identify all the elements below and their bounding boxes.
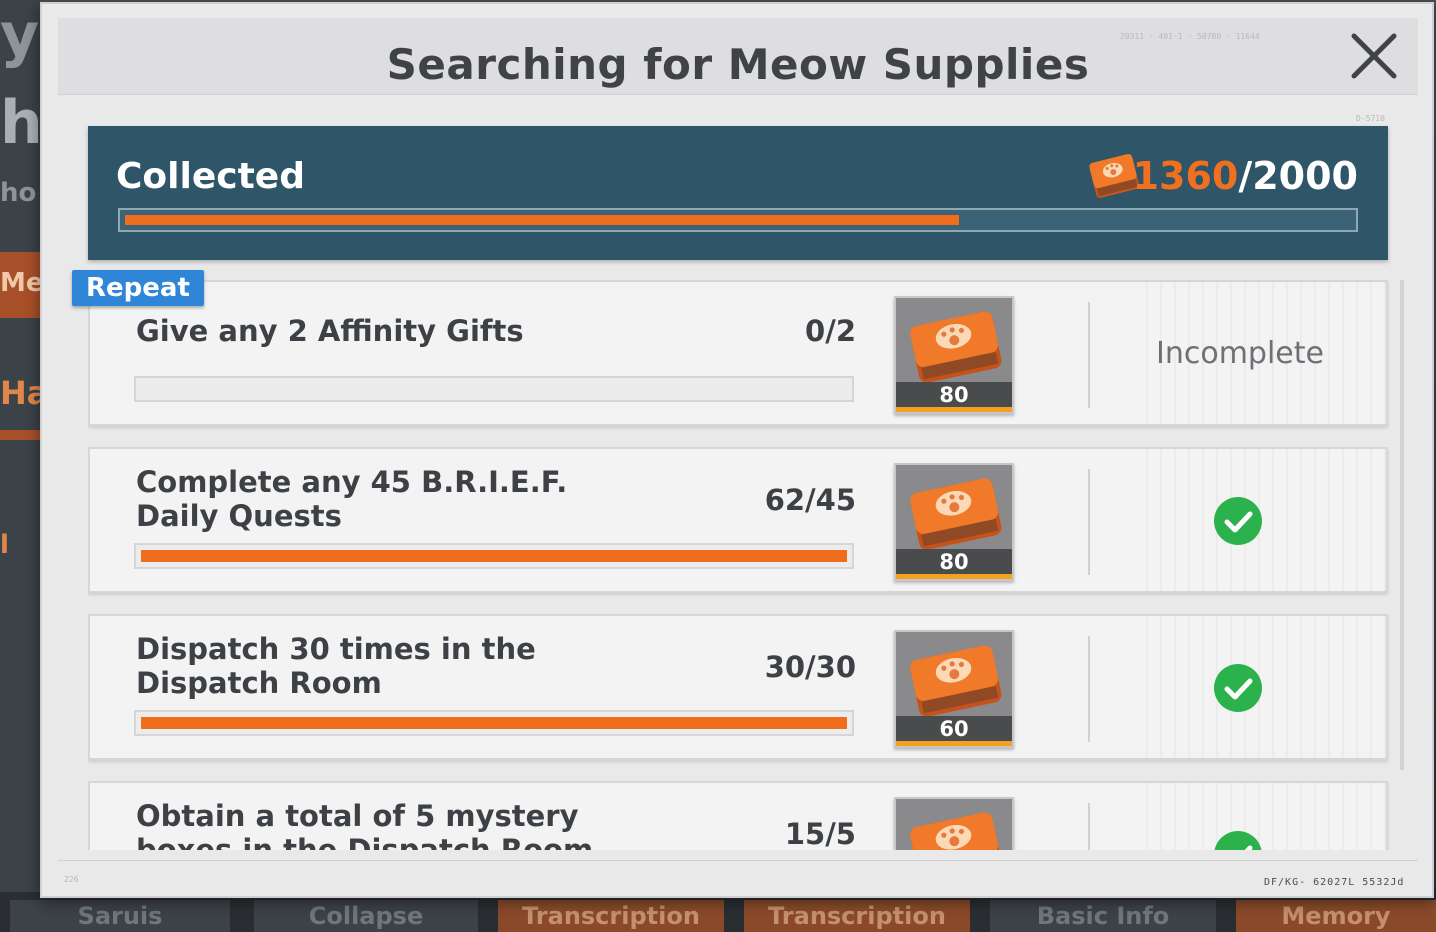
bg-chip: ya <box>0 0 40 70</box>
row-divider <box>1088 302 1090 408</box>
reward-item[interactable]: 60 <box>894 630 1014 748</box>
reward-amount: 60 <box>896 716 1012 742</box>
reward-rarity-line <box>896 574 1012 579</box>
completed-check-icon <box>1214 497 1262 545</box>
bg-chip: hi <box>0 88 40 158</box>
collected-count: 1360/2000 <box>1133 154 1358 198</box>
bg-card: Collapse Piecex100 <box>254 900 478 932</box>
task-row[interactable]: Obtain a total of 5 mystery boxes in the… <box>88 781 1388 850</box>
task-progress-fill <box>141 717 847 729</box>
bg-chip: Me <box>0 268 40 298</box>
meow-supply-box-icon <box>910 478 1002 550</box>
task-progress-bar <box>134 710 854 736</box>
task-name: Give any 2 Affinity Gifts <box>136 314 524 348</box>
reward-amount: 80 <box>896 382 1012 408</box>
bg-card: Transcription Conductor IIx5 <box>498 900 724 932</box>
bg-chip: l <box>0 530 9 560</box>
meow-supply-box-icon <box>910 645 1002 717</box>
deco-code: 226 <box>64 875 79 884</box>
reward-amount: 80 <box>896 549 1012 575</box>
completed-check-icon <box>1214 831 1262 850</box>
close-x-icon <box>1351 33 1397 79</box>
task-status: Incomplete <box>1156 336 1324 371</box>
deco-code: D-5710 <box>1356 114 1385 123</box>
meow-supply-box-icon <box>910 311 1002 383</box>
task-name: Complete any 45 B.R.I.E.F. Daily Quests <box>136 465 568 533</box>
task-name: Obtain a total of 5 mystery boxes in the… <box>136 799 594 850</box>
close-button[interactable] <box>1342 24 1406 88</box>
reward-item[interactable]: 80 <box>894 296 1014 414</box>
row-divider <box>1088 803 1090 850</box>
row-divider <box>1088 636 1090 742</box>
bg-card: Basic Info Coinx1 <box>990 900 1216 932</box>
task-progress-count: 30/30 <box>764 650 856 684</box>
deco-code: 20311 · 401-1 · 50780 · 11644 <box>1120 32 1260 41</box>
row-divider <box>1088 469 1090 575</box>
meow-supplies-modal: Searching for Meow Supplies 20311 · 401-… <box>40 2 1434 898</box>
row-hatch <box>1146 616 1386 758</box>
task-progress-fill <box>141 550 847 562</box>
bg-chip: ho <box>0 178 37 208</box>
row-hatch <box>1146 783 1386 850</box>
task-progress-count: 15/5 <box>784 817 856 850</box>
meow-supply-box-icon <box>910 812 1002 850</box>
collected-total: /2000 <box>1238 154 1358 198</box>
completed-check-icon <box>1214 664 1262 712</box>
title-bar: Searching for Meow Supplies 20311 · 401-… <box>58 18 1418 95</box>
collected-current: 1360 <box>1132 154 1239 198</box>
bg-card: Memory Stickx1 <box>1236 900 1436 932</box>
bg-card: Transcription Conductor IIIx5 <box>744 900 970 932</box>
task-progress-count: 62/45 <box>764 483 856 517</box>
task-name: Dispatch 30 times in the Dispatch Room <box>136 632 536 700</box>
deco-code: DF/KG- 62027L 5532Jd <box>1264 877 1405 888</box>
task-progress-bar <box>134 543 854 569</box>
collected-panel: Collected 1360/2000 <box>88 126 1388 260</box>
task-progress-count: 0/2 <box>805 314 856 348</box>
collected-progress-bar <box>118 208 1358 232</box>
repeat-tag: Repeat <box>72 270 204 306</box>
footer-strip: 226 DF/KG- 62027L 5532Jd <box>58 860 1418 888</box>
reward-item[interactable] <box>894 797 1014 850</box>
bg-chip: Ha <box>0 374 40 412</box>
task-list-scrollbar[interactable] <box>1400 280 1404 770</box>
modal-title: Searching for Meow Supplies <box>386 40 1090 89</box>
reward-rarity-line <box>896 407 1012 412</box>
task-list[interactable]: Give any 2 Affinity Gifts 0/2 80 Incomplete… <box>88 280 1390 850</box>
task-row[interactable]: Dispatch 30 times in the Dispatch Room 30… <box>88 614 1388 760</box>
background-left-strip: ya hi ho Me Ha l <box>0 0 40 932</box>
task-progress-bar <box>134 376 854 402</box>
task-row[interactable]: Complete any 45 B.R.I.E.F. Daily Quests 6… <box>88 447 1388 593</box>
row-hatch <box>1146 449 1386 591</box>
reward-rarity-line <box>896 741 1012 746</box>
background-bottom-strip: Saruis Goldx1000 Collapse Piecex100 Tran… <box>0 892 1436 932</box>
collected-progress-fill <box>125 215 959 225</box>
reward-item[interactable]: 80 <box>894 463 1014 581</box>
bg-orange-line <box>0 430 40 440</box>
bg-card: Saruis Goldx1000 <box>10 900 230 932</box>
collected-label: Collected <box>116 156 305 197</box>
task-row[interactable]: Give any 2 Affinity Gifts 0/2 80 Incomplete <box>88 280 1388 426</box>
